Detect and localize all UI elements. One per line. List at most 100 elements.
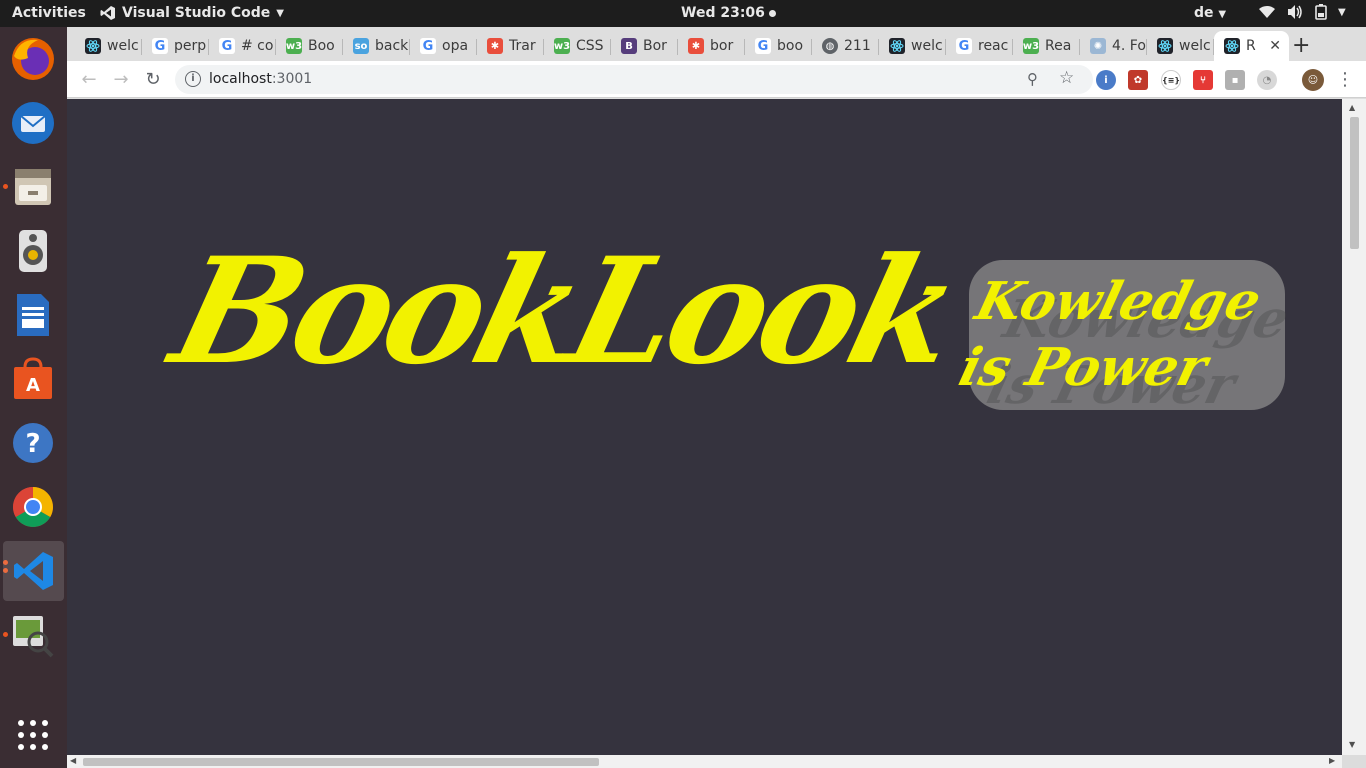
tab-label: welc [107,38,139,54]
url-text: localhost:3001 [209,71,312,87]
scroll-up-icon[interactable]: ▲ [1349,103,1355,112]
vertical-scrollbar[interactable]: ▲ ▼ [1342,99,1366,755]
firefox-icon [12,38,54,80]
dock-files[interactable] [8,162,58,212]
zoom-icon[interactable]: ⚲ [1027,70,1038,88]
dock-vscode[interactable] [3,541,64,601]
favicon-icon: ✱ [688,38,704,54]
tab-12[interactable]: welc [879,31,946,61]
back-button[interactable]: ← [77,67,101,91]
bookmark-star-icon[interactable]: ☆ [1059,68,1074,88]
dock-image-viewer[interactable] [8,610,58,660]
tab-16[interactable]: welc [1147,31,1214,61]
tab-1[interactable]: Gperp [142,31,209,61]
dock-show-applications[interactable] [8,710,58,760]
tab-6[interactable]: ✱ Trar [477,31,544,61]
reload-icon: ↻ [145,68,161,90]
page-viewport: BookLook Kowledge is Power Kowledge is P… [67,99,1342,755]
tab-label: back [375,38,409,54]
stackoverflow-icon: so [353,38,369,54]
tab-8[interactable]: B Bor [611,31,678,61]
address-bar[interactable]: i localhost:3001 ⚲ ☆ [175,65,1093,94]
close-icon[interactable]: ✕ [1269,38,1281,54]
plus-icon: + [1292,33,1311,58]
dock-rhythmbox[interactable] [8,226,58,276]
w3schools-icon: w3 [554,38,570,54]
dock-ubuntu-software[interactable]: A [8,354,58,404]
keyboard-layout-indicator[interactable]: de ▼ [1194,5,1226,21]
file-cabinet-icon [15,169,51,205]
tab-2[interactable]: G # co [209,31,276,61]
tab-15[interactable]: ✺ 4. Fo [1080,31,1147,61]
url-port: :3001 [271,71,313,87]
speaker-icon [19,230,47,272]
tagline-line-1: Kowledge [969,271,1268,332]
scroll-down-icon[interactable]: ▼ [1349,740,1355,749]
thunderbird-icon [12,102,54,144]
clock[interactable]: Wed 23:06 [681,5,776,21]
shopping-bag-icon: A [14,357,52,399]
tab-label: welc [911,38,943,54]
dock: A ? [0,27,67,768]
tab-label: reac [978,38,1009,54]
tab-13[interactable]: Greac [946,31,1013,61]
tab-3[interactable]: w3 Boo [276,31,343,61]
tab-label: R [1246,38,1256,54]
extension-git-icon[interactable]: ⑂ [1193,70,1213,90]
tab-4[interactable]: so back [343,31,410,61]
app-menu[interactable]: Visual Studio Code ▼ [100,5,284,21]
profile-avatar[interactable]: ☺ [1302,69,1324,91]
scroll-left-icon[interactable]: ◀ [70,756,76,765]
horizontal-scroll-thumb[interactable] [83,758,599,766]
help-icon: ? [13,423,53,463]
new-tab-button[interactable]: + [1292,33,1310,58]
tab-label: # co [241,38,274,54]
browser-toolbar: ← → ↻ i localhost:3001 ⚲ ☆ i ✿ {≡} ⑂ ▪ ◔… [67,61,1366,98]
react-icon [1157,38,1173,54]
tab-label: perp [174,38,207,54]
dock-chrome[interactable] [8,482,58,532]
tab-9[interactable]: ✱ bor [678,31,745,61]
arrow-right-icon: → [113,68,129,90]
tab-5[interactable]: Gopa [410,31,477,61]
tab-label: Rea [1045,38,1072,54]
dock-thunderbird[interactable] [8,98,58,148]
tab-11[interactable]: ◍ 211 [812,31,879,61]
extension-plug-icon[interactable]: ▪ [1225,70,1245,90]
chevron-down-icon: ▼ [1338,6,1346,18]
dock-libreoffice-writer[interactable] [8,290,58,340]
google-icon: G [956,38,972,54]
horizontal-scrollbar[interactable]: ◀ ▶ [67,755,1342,768]
forward-button[interactable]: → [109,67,133,91]
scroll-right-icon[interactable]: ▶ [1329,756,1335,765]
info-icon[interactable]: i [185,71,201,87]
extension-timer-icon[interactable]: ◔ [1257,70,1277,90]
tab-0[interactable]: welc [75,31,142,61]
tab-17[interactable]: R ✕ [1214,31,1289,61]
keyboard-layout-label: de [1194,5,1214,21]
dock-firefox[interactable] [8,34,58,84]
tab-label: opa [442,38,469,54]
tab-14[interactable]: w3 Rea [1013,31,1080,61]
battery-icon [1315,4,1327,20]
google-icon: G [219,38,235,54]
menu-button[interactable]: ⋮ [1333,67,1357,91]
vertical-scroll-thumb[interactable] [1350,117,1359,249]
system-tray[interactable]: ▼ [1258,4,1346,20]
dock-help[interactable]: ? [8,418,58,468]
w3schools-icon: w3 [1023,38,1039,54]
chrome-icon [13,487,53,527]
extension-octotree-icon[interactable]: ✿ [1128,70,1148,90]
scrollbar-corner [1342,755,1366,768]
tab-strip: welc Gperp G # co w3 Boo so back Gopa ✱ Trar w3 CSS B… [67,27,1366,61]
tab-7[interactable]: w3 CSS [544,31,611,61]
tab-10[interactable]: Gboo [745,31,812,61]
tagline: Kowledge is Power [953,269,1316,401]
activities-button[interactable]: Activities [12,5,86,21]
favicon-icon: ✺ [1090,38,1106,54]
bootstrap-icon: B [621,38,637,54]
extension-json-viewer-icon[interactable]: {≡} [1161,70,1181,90]
extension-1password-icon[interactable]: i [1096,70,1116,90]
reload-button[interactable]: ↻ [141,67,165,91]
chrome-window: welc Gperp G # co w3 Boo so back Gopa ✱ Trar w3 CSS B… [67,27,1366,768]
